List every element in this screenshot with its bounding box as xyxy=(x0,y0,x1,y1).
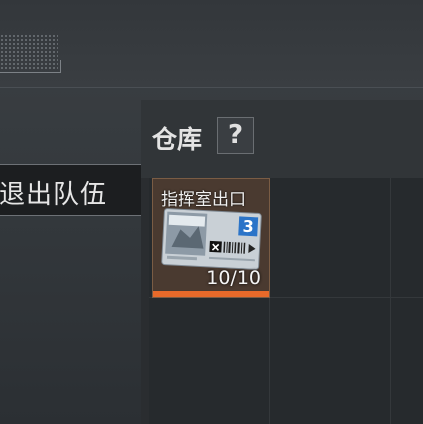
item-slot-command-room-exit[interactable]: 指挥室出口 3 10/10 xyxy=(152,178,270,298)
warehouse-header: 仓库 ? xyxy=(141,100,423,178)
inventory-cell[interactable] xyxy=(391,178,423,298)
leave-team-button[interactable]: 退出队伍 xyxy=(0,164,148,216)
inventory-cell[interactable] xyxy=(149,298,270,424)
keycard-icon: 3 xyxy=(161,208,262,270)
inventory-cell[interactable] xyxy=(270,178,391,298)
item-badge: 3 xyxy=(242,217,254,237)
help-button[interactable]: ? xyxy=(217,117,254,154)
inventory-cell[interactable] xyxy=(391,298,423,424)
warehouse-title: 仓库 xyxy=(152,125,203,154)
top-band xyxy=(0,0,423,88)
top-divider xyxy=(0,87,423,88)
inventory-cell[interactable] xyxy=(270,298,391,424)
item-count: 10/10 xyxy=(206,267,261,289)
leave-team-label: 退出队伍 xyxy=(0,180,108,210)
item-rarity-bar xyxy=(153,291,269,297)
bracket-decoration xyxy=(0,60,61,73)
